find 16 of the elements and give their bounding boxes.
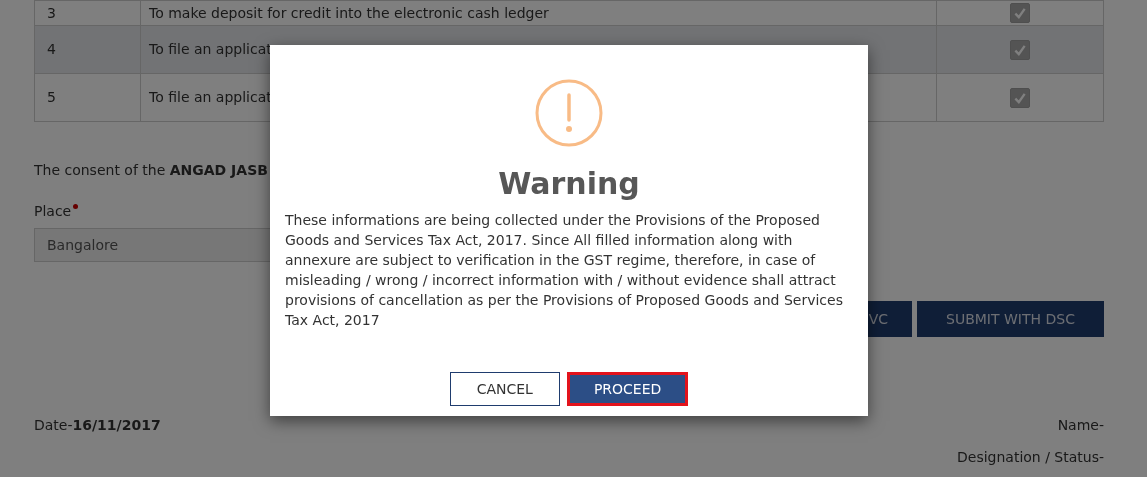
check-icon: [1013, 6, 1027, 20]
designation-label: Designation / Status-: [957, 448, 1104, 467]
field-label: Place: [34, 202, 72, 221]
table-cell-text: To file an applicat: [149, 40, 272, 59]
table-cell-text: To file an applicat: [149, 88, 272, 107]
table-cell-text: 5: [47, 88, 56, 107]
exclamation-icon: [534, 78, 604, 148]
date-text: Date-16/11/2017: [34, 416, 161, 435]
table-cell-text: To make deposit for credit into the electronic cash ledger: [149, 3, 549, 23]
consent-text: The consent of the ANGAD JASB: [34, 161, 269, 180]
proceed-button[interactable]: PROCEED: [566, 372, 689, 406]
dialog-title: Warning: [498, 165, 640, 203]
cancel-button[interactable]: CANCEL: [449, 372, 560, 406]
table-cell-text: 3: [47, 3, 56, 23]
name-label: Name-: [1057, 416, 1104, 435]
table-cell-text: 4: [47, 40, 56, 59]
